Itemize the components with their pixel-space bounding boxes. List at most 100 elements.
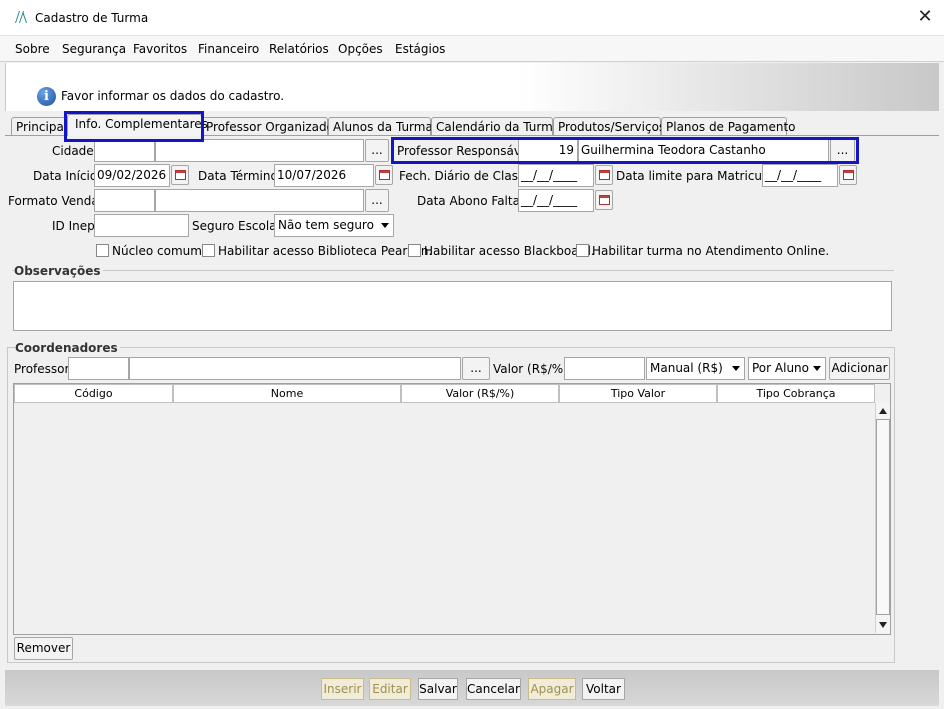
menu-seguranca[interactable]: Segurança <box>62 42 126 56</box>
menu-estagios[interactable]: Estágios <box>395 42 445 56</box>
cidade-code-input[interactable] <box>94 139 155 162</box>
blackboard-label: Habilitar acesso Blackboard. <box>424 244 595 258</box>
chevron-down-icon <box>732 366 740 371</box>
highlight-professor-responsavel <box>391 137 859 164</box>
tab-planos-de-pagamento[interactable]: Planos de Pagamento <box>661 117 796 136</box>
info-icon: i <box>37 87 56 106</box>
tab-produtos-servicos[interactable]: Produtos/Serviços <box>553 117 665 136</box>
cidade-label: Cidade: <box>52 144 98 158</box>
tab-alunos-da-turma[interactable]: Alunos da Turma <box>328 117 433 136</box>
nucleo-comum-label: Núcleo comum. <box>112 244 206 258</box>
tab-principal[interactable]: Principal <box>11 117 67 136</box>
table-scrollbar[interactable] <box>875 403 890 633</box>
data-limite-label: Data limite para Matriculas: <box>616 169 783 183</box>
tab-label: Alunos da Turma <box>333 120 433 134</box>
scroll-down-icon[interactable] <box>879 622 887 628</box>
tab-label: Professor Organizador <box>206 120 339 134</box>
col-nome[interactable]: Nome <box>173 384 401 403</box>
seguro-escolar-label: Seguro Escolar: <box>192 219 286 233</box>
col-tipo-cobranca[interactable]: Tipo Cobrança <box>717 384 875 403</box>
menu-opcoes[interactable]: Opções <box>338 42 383 56</box>
data-inicio-label: Data Início: <box>33 169 102 183</box>
observacoes-label: Observações <box>14 264 103 278</box>
tab-label: Principal <box>16 120 68 134</box>
atendimento-online-label: Habilitar turma no Atendimento Online. <box>592 244 830 258</box>
data-inicio-input[interactable]: 09/02/2026 <box>94 164 170 187</box>
close-icon[interactable]: ✕ <box>914 6 936 28</box>
data-termino-input[interactable]: 10/07/2026 <box>274 164 374 187</box>
title-bar: Cadastro de Turma ✕ <box>0 0 944 36</box>
data-abono-label: Data Abono Faltas: <box>417 194 531 208</box>
cidade-search-button[interactable]: ... <box>365 139 389 162</box>
inserir-button[interactable]: Inserir <box>321 678 364 700</box>
fech-diario-input[interactable]: __/__/____ <box>518 164 594 187</box>
data-inicio-calendar-icon[interactable] <box>171 165 189 185</box>
formato-venda-search-button[interactable]: ... <box>365 189 389 212</box>
info-banner <box>5 63 939 111</box>
blackboard-checkbox[interactable] <box>408 244 421 257</box>
tab-label: Produtos/Serviços <box>558 120 666 134</box>
observacoes-divider <box>12 270 894 271</box>
observacoes-textarea[interactable] <box>13 281 892 331</box>
tab-calendario-da-turma[interactable]: Calendário da Turma <box>431 117 560 136</box>
menu-sobre[interactable]: Sobre <box>15 42 50 56</box>
cancelar-button[interactable]: Cancelar <box>466 678 521 700</box>
seguro-escolar-select[interactable]: Não tem seguro <box>274 214 394 237</box>
coord-professor-name-input[interactable] <box>129 357 461 380</box>
tab-professor-organizador[interactable]: Professor Organizador <box>201 117 339 136</box>
menu-financeiro[interactable]: Financeiro <box>198 42 259 56</box>
data-termino-calendar-icon[interactable] <box>375 165 393 185</box>
app-logo-icon <box>15 11 27 23</box>
formato-venda-code-input[interactable] <box>94 189 155 212</box>
data-limite-input[interactable]: __/__/____ <box>762 164 838 187</box>
menu-bar: Sobre Segurança Favoritos Financeiro Rel… <box>0 36 944 62</box>
fech-diario-calendar-icon[interactable] <box>595 165 613 185</box>
fech-diario-label: Fech. Diário de Classe: <box>399 169 536 183</box>
info-message: Favor informar os dados do cadastro. <box>61 89 285 103</box>
remover-button[interactable]: Remover <box>14 637 73 660</box>
data-termino-label: Data Término: <box>198 169 282 183</box>
coord-tipo-value: Manual (R$) <box>650 361 723 375</box>
highlight-tab <box>64 111 204 142</box>
id-inep-input[interactable] <box>94 214 189 237</box>
coord-tipo-select[interactable]: Manual (R$) <box>646 357 745 380</box>
coord-valor-input[interactable] <box>564 357 645 380</box>
col-codigo[interactable]: Código <box>14 384 173 403</box>
coord-valor-label: Valor (R$/%): <box>493 362 572 376</box>
window-title: Cadastro de Turma <box>35 11 149 25</box>
coord-professor-search-button[interactable]: ... <box>462 357 490 380</box>
coord-cobranca-select[interactable]: Por Aluno <box>748 357 826 380</box>
coord-cobranca-value: Por Aluno <box>752 361 809 375</box>
nucleo-comum-checkbox[interactable] <box>96 244 109 257</box>
biblioteca-pearson-label: Habilitar acesso Biblioteca Pearson. <box>218 244 433 258</box>
scroll-thumb[interactable] <box>876 419 890 615</box>
voltar-button[interactable]: Voltar <box>582 678 625 700</box>
tab-label: Planos de Pagamento <box>666 120 796 134</box>
formato-venda-label: Formato Venda: <box>8 194 103 208</box>
coordenadores-table <box>13 383 891 635</box>
atendimento-online-checkbox[interactable] <box>576 244 589 257</box>
menu-relatorios[interactable]: Relatórios <box>269 42 329 56</box>
chevron-down-icon <box>813 366 821 371</box>
coord-professor-code-input[interactable] <box>68 357 129 380</box>
id-inep-label: ID Inep: <box>52 219 99 233</box>
cidade-name-input[interactable] <box>155 139 364 162</box>
salvar-button[interactable]: Salvar <box>418 678 458 700</box>
scroll-up-icon[interactable] <box>879 408 887 414</box>
apagar-button[interactable]: Apagar <box>528 678 576 700</box>
biblioteca-pearson-checkbox[interactable] <box>202 244 215 257</box>
menu-favoritos[interactable]: Favoritos <box>133 42 187 56</box>
coord-professor-label: Professor: <box>14 362 74 376</box>
formato-venda-name-input[interactable] <box>155 189 364 212</box>
col-tipo-valor[interactable]: Tipo Valor <box>559 384 717 403</box>
tab-label: Calendário da Turma <box>436 120 561 134</box>
coordenadores-label: Coordenadores <box>15 341 120 355</box>
col-valor[interactable]: Valor (R$/%) <box>401 384 559 403</box>
chevron-down-icon <box>381 223 389 228</box>
data-abono-input[interactable]: __/__/____ <box>518 189 594 212</box>
adicionar-button[interactable]: Adicionar <box>829 357 890 380</box>
data-abono-calendar-icon[interactable] <box>595 190 613 210</box>
data-limite-calendar-icon[interactable] <box>839 165 857 185</box>
seguro-escolar-value: Não tem seguro <box>278 218 374 232</box>
editar-button[interactable]: Editar <box>369 678 411 700</box>
